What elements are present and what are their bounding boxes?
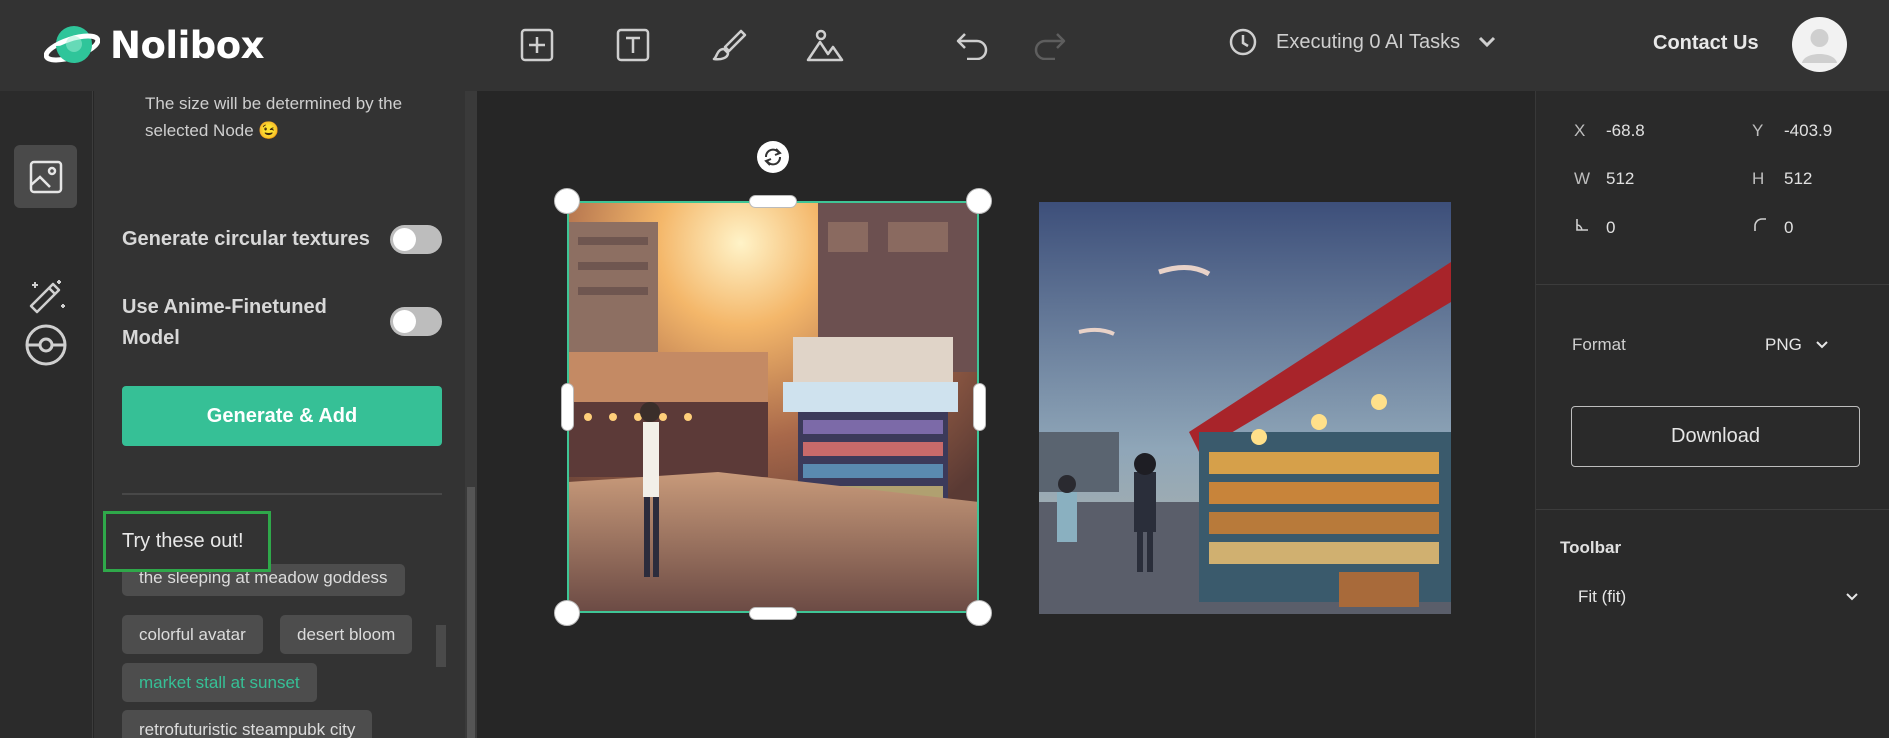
prop-radius[interactable]: 0 [1752,217,1793,238]
fit-select[interactable]: Fit (fit) [1578,587,1858,607]
anime-model-toggle[interactable] [390,307,442,336]
option-label-anime: Use Anime-Finetuned Model [122,296,327,349]
canvas[interactable] [477,91,1535,738]
chevron-down-icon [1479,36,1496,48]
x-value[interactable]: -68.8 [1606,121,1645,141]
chip-colorful-avatar[interactable]: colorful avatar [122,615,263,654]
divider [1536,509,1889,510]
generate-add-button[interactable]: Generate & Add [122,386,442,446]
wink-emoji: 😉 [258,121,280,140]
divider [1536,284,1889,285]
toggle-knob [393,228,416,251]
prop-skew[interactable]: 0 [1574,217,1615,238]
skew-icon [1574,217,1606,238]
avatar[interactable] [1792,17,1847,72]
prop-y[interactable]: Y -403.9 [1752,121,1832,141]
add-text-button[interactable] [613,25,653,65]
add-frame-button[interactable] [517,25,557,65]
size-hint: The size will be determined by the selec… [145,91,445,144]
resize-handle-bottom-left[interactable] [554,600,580,626]
chevron-down-icon [1816,341,1828,349]
w-label: W [1574,169,1591,188]
corner-radius-icon [1752,217,1784,238]
fit-value: Fit (fit) [1578,587,1627,606]
rail-item-explore[interactable] [14,313,77,376]
brush-button[interactable] [709,25,749,65]
resize-handle-left[interactable] [561,383,574,431]
selection-box [567,201,979,613]
chip-retrofuturistic-city[interactable]: retrofuturistic steampubk city [122,710,373,738]
w-value[interactable]: 512 [1606,169,1634,189]
undo-button[interactable] [952,25,992,65]
rotate-handle[interactable] [757,141,789,173]
properties-panel: X -68.8 Y -403.9 W 512 H 512 0 0 Format PNG … [1535,91,1889,738]
magic-wand-icon [29,279,65,313]
panel-scrollbar[interactable] [465,91,477,738]
x-label: X [1574,121,1586,140]
side-rail [0,91,93,738]
resize-handle-top-left[interactable] [554,188,580,214]
image-settings-icon [29,160,62,193]
format-value: PNG [1765,335,1802,354]
resize-handle-bottom[interactable] [749,607,797,620]
toolbar-title: Toolbar [1560,538,1622,557]
h-value[interactable]: 512 [1784,169,1812,189]
prop-h[interactable]: H 512 [1752,169,1812,189]
app-name: Nolibox [110,23,265,67]
user-icon [1802,29,1837,63]
pokeball-icon [25,324,66,365]
chip-desert-bloom[interactable]: desert bloom [280,615,413,654]
skew-value[interactable]: 0 [1606,218,1615,238]
download-button[interactable]: Download [1571,406,1860,467]
add-frame-icon [520,28,554,62]
text-icon [616,28,650,62]
redo-icon [1034,33,1066,60]
divider [122,493,442,495]
image-icon [806,29,844,62]
try-these-out-title: Try these out! [103,511,271,572]
top-bar: Nolibox Executing 0 AI Tasks Contact Us [0,0,1889,91]
circular-textures-toggle[interactable] [390,225,442,254]
chips-scrollbar[interactable] [436,625,446,667]
contact-us-link[interactable]: Contact Us [1653,32,1759,55]
chevron-down-icon [1846,593,1858,601]
canvas-image-market-stall[interactable] [1039,202,1451,614]
clock-icon [1229,28,1257,56]
add-image-button[interactable] [805,25,845,65]
rotate-icon [764,148,782,166]
format-select[interactable]: PNG [1765,335,1828,355]
format-label: Format [1572,335,1626,354]
undo-icon [956,33,988,60]
planet-logo-icon [44,26,100,64]
resize-handle-top-right[interactable] [966,188,992,214]
y-value[interactable]: -403.9 [1784,121,1832,141]
resize-handle-top[interactable] [749,195,797,208]
resize-handle-bottom-right[interactable] [966,600,992,626]
prop-w[interactable]: W 512 [1574,169,1634,189]
ai-tasks-dropdown[interactable]: Executing 0 AI Tasks [1228,27,1496,57]
prop-x[interactable]: X -68.8 [1574,121,1645,141]
ai-tasks-label: Executing 0 AI Tasks [1276,30,1461,53]
y-label: Y [1752,121,1764,140]
scrollbar-thumb[interactable] [467,487,475,738]
brush-icon [712,29,747,61]
generation-panel: The size will be determined by the selec… [94,91,465,738]
resize-handle-right[interactable] [973,383,986,431]
toggle-knob [393,310,416,333]
chip-market-stall[interactable]: market stall at sunset [122,663,317,702]
h-label: H [1752,169,1765,188]
market-stall-image [1039,202,1451,614]
option-label-circular: Generate circular textures [122,228,370,250]
redo-button[interactable] [1030,25,1070,65]
logo[interactable]: Nolibox [44,22,265,68]
radius-value[interactable]: 0 [1784,218,1793,238]
rail-item-image[interactable] [14,145,77,208]
